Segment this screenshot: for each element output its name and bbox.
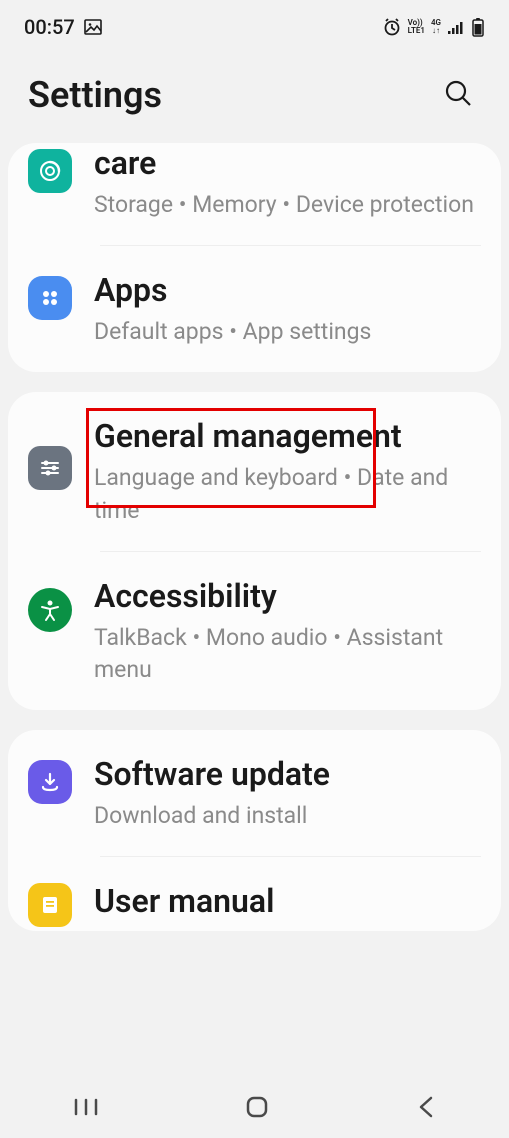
item-title: Apps	[94, 270, 481, 310]
network-speed: 4G ↓↑	[431, 19, 441, 35]
general-management-icon	[28, 446, 72, 490]
settings-list: care Storage • Memory • Device protectio…	[0, 143, 509, 931]
back-icon	[415, 1108, 437, 1123]
settings-item-device-care[interactable]: care Storage • Memory • Device protectio…	[8, 143, 501, 245]
settings-item-apps[interactable]: Apps Default apps • App settings	[8, 246, 501, 372]
item-title: User manual	[94, 881, 481, 921]
item-title: General management	[94, 416, 481, 456]
apps-icon	[28, 276, 72, 320]
home-button[interactable]	[220, 1082, 294, 1135]
user-manual-icon	[28, 883, 72, 927]
status-time: 00:57	[24, 15, 75, 39]
item-subtitle: Language and keyboard • Date and time	[94, 462, 481, 526]
navigation-bar	[0, 1078, 509, 1138]
settings-group: care Storage • Memory • Device protectio…	[8, 143, 501, 372]
status-right: Vo)) LTE1 4G ↓↑	[382, 17, 485, 37]
recents-icon	[73, 1106, 99, 1121]
item-subtitle: Storage • Memory • Device protection	[94, 189, 481, 221]
item-title: Software update	[94, 754, 481, 794]
settings-item-user-manual[interactable]: User manual	[8, 857, 501, 931]
volte-indicator: Vo)) LTE1	[408, 19, 425, 35]
signal-icon	[447, 18, 465, 36]
page-title: Settings	[28, 74, 162, 116]
recents-button[interactable]	[49, 1084, 123, 1133]
back-button[interactable]	[391, 1082, 461, 1135]
battery-icon	[471, 17, 485, 37]
status-left: 00:57	[24, 15, 103, 39]
settings-group: Software update Download and install Use…	[8, 730, 501, 931]
search-icon	[443, 96, 473, 111]
settings-item-software-update[interactable]: Software update Download and install	[8, 730, 501, 856]
gallery-icon	[83, 17, 103, 37]
software-update-icon	[28, 760, 72, 804]
item-subtitle: Download and install	[94, 800, 481, 832]
page-header: Settings	[0, 50, 509, 149]
item-title: Accessibility	[94, 576, 481, 616]
status-bar: 00:57 Vo)) LTE1 4G ↓↑	[0, 0, 509, 50]
item-subtitle: Default apps • App settings	[94, 316, 481, 348]
device-care-icon	[28, 149, 72, 193]
accessibility-icon	[28, 588, 72, 632]
item-title: care	[94, 143, 481, 183]
home-icon	[244, 1108, 270, 1123]
alarm-icon	[382, 17, 402, 37]
search-button[interactable]	[435, 70, 481, 119]
settings-item-general-management[interactable]: General management Language and keyboard…	[8, 392, 501, 550]
item-subtitle: TalkBack • Mono audio • Assistant menu	[94, 622, 481, 686]
settings-group: General management Language and keyboard…	[8, 392, 501, 710]
settings-item-accessibility[interactable]: Accessibility TalkBack • Mono audio • As…	[8, 552, 501, 710]
